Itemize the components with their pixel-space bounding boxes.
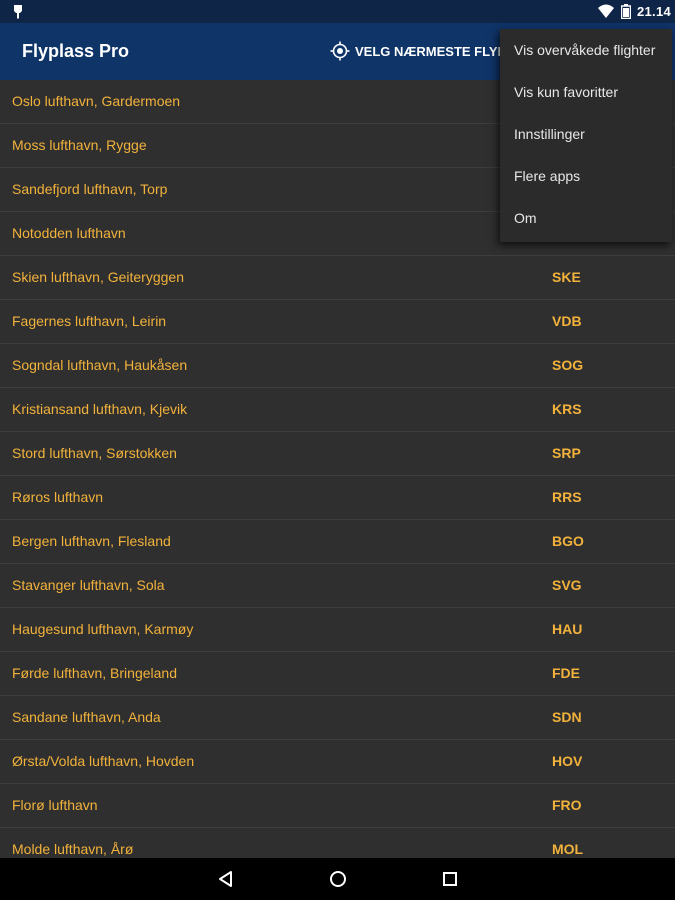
- airport-name: Sogndal lufthavn, Haukåsen: [12, 357, 188, 373]
- select-nearest-airport-button[interactable]: VELG NÆRMESTE FLYPLASS: [330, 39, 505, 63]
- airport-row[interactable]: Sandane lufthavn, Anda SDN: [0, 696, 675, 740]
- airport-row[interactable]: Røros lufthavn RRS: [0, 476, 675, 520]
- airport-row[interactable]: Bergen lufthavn, Flesland BGO: [0, 520, 675, 564]
- airport-row[interactable]: Førde lufthavn, Bringeland FDE: [0, 652, 675, 696]
- airport-row[interactable]: Sogndal lufthavn, Haukåsen SOG: [0, 344, 675, 388]
- airport-name: Fagernes lufthavn, Leirin: [12, 313, 167, 329]
- battery-icon: [621, 4, 631, 19]
- airport-code: HAU: [552, 621, 583, 637]
- navigation-bar: [0, 858, 675, 900]
- airport-name: Bergen lufthavn, Flesland: [12, 533, 171, 549]
- menu-item-more-apps[interactable]: Flere apps: [500, 155, 672, 197]
- airport-row[interactable]: Kristiansand lufthavn, Kjevik KRS: [0, 388, 675, 432]
- airport-name: Molde lufthavn, Årø: [12, 841, 134, 857]
- airport-name: Stavanger lufthavn, Sola: [12, 577, 165, 593]
- airport-code: FDE: [552, 665, 580, 681]
- airport-name: Florø lufthavn: [12, 797, 98, 813]
- airport-name: Skien lufthavn, Geiteryggen: [12, 269, 184, 285]
- airport-code: BGO: [552, 533, 584, 549]
- airport-code: SOG: [552, 357, 584, 373]
- airport-name: Oslo lufthavn, Gardermoen: [12, 93, 181, 109]
- airport-code: VDB: [552, 313, 582, 329]
- airport-row[interactable]: Stavanger lufthavn, Sola SVG: [0, 564, 675, 608]
- screen: 21.14 Flyplass Pro VELG NÆRMESTE FLYPLAS…: [0, 0, 675, 900]
- airport-code: SKE: [552, 269, 581, 285]
- back-icon[interactable]: [216, 869, 236, 889]
- airport-code: SRP: [552, 445, 581, 461]
- airport-name: Førde lufthavn, Bringeland: [12, 665, 177, 681]
- menu-item-about[interactable]: Om: [500, 197, 672, 239]
- menu-item-watched-flights[interactable]: Vis overvåkede flighter: [500, 29, 672, 71]
- airport-row[interactable]: Haugesund lufthavn, Karmøy HAU: [0, 608, 675, 652]
- airport-row[interactable]: Fagernes lufthavn, Leirin VDB: [0, 300, 675, 344]
- notification-icon: [14, 5, 22, 19]
- airport-name: Ørsta/Volda lufthavn, Hovden: [12, 753, 195, 769]
- status-time: 21.14: [637, 4, 672, 19]
- airport-code: MOL: [552, 841, 584, 857]
- airport-code: SDN: [552, 709, 582, 725]
- airport-code: HOV: [552, 753, 583, 769]
- airport-row[interactable]: Skien lufthavn, Geiteryggen SKE: [0, 256, 675, 300]
- airport-name: Røros lufthavn: [12, 489, 104, 505]
- airport-code: FRO: [552, 797, 582, 813]
- airport-row[interactable]: Ørsta/Volda lufthavn, Hovden HOV: [0, 740, 675, 784]
- overflow-menu: Vis overvåkede flighter Vis kun favoritt…: [500, 29, 672, 242]
- airport-code: SVG: [552, 577, 582, 593]
- status-bar: 21.14: [0, 0, 675, 23]
- airport-row[interactable]: Florø lufthavn FRO: [0, 784, 675, 828]
- airport-code: KRS: [552, 401, 582, 417]
- home-icon[interactable]: [328, 869, 348, 889]
- airport-name: Kristiansand lufthavn, Kjevik: [12, 401, 188, 417]
- airport-name: Sandefjord lufthavn, Torp: [12, 181, 168, 197]
- airport-row[interactable]: Stord lufthavn, Sørstokken SRP: [0, 432, 675, 476]
- airport-code: RRS: [552, 489, 582, 505]
- airport-name: Sandane lufthavn, Anda: [12, 709, 161, 725]
- airport-name: Haugesund lufthavn, Karmøy: [12, 621, 194, 637]
- menu-item-favorites-only[interactable]: Vis kun favoritter: [500, 71, 672, 113]
- select-nearest-airport-label: VELG NÆRMESTE FLYPLASS: [355, 43, 505, 59]
- wifi-icon: [598, 4, 614, 18]
- recents-icon[interactable]: [440, 869, 460, 889]
- airport-name: Stord lufthavn, Sørstokken: [12, 445, 177, 461]
- airport-row[interactable]: Molde lufthavn, Årø MOL: [0, 828, 675, 858]
- gps-fixed-icon: [330, 41, 350, 61]
- airport-name: Notodden lufthavn: [12, 225, 126, 241]
- menu-item-settings[interactable]: Innstillinger: [500, 113, 672, 155]
- airport-name: Moss lufthavn, Rygge: [12, 137, 147, 153]
- app-title: Flyplass Pro: [22, 41, 130, 61]
